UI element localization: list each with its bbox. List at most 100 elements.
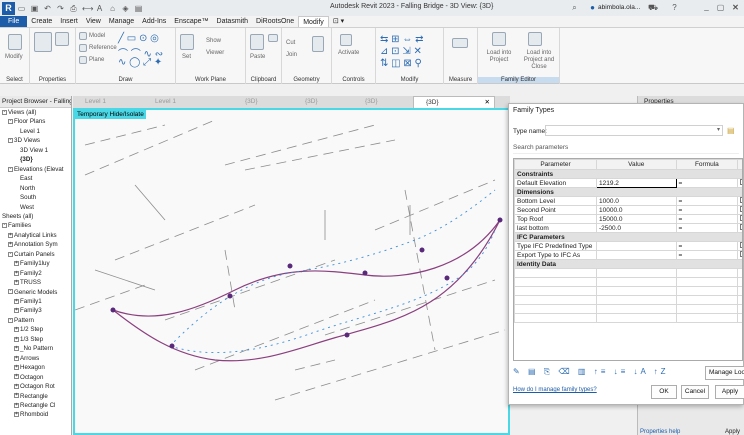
parameter-formula[interactable]: =: [675, 214, 739, 224]
sort-ascending-icon[interactable]: ↓A: [634, 367, 649, 376]
properties-help-link[interactable]: Properties help: [640, 429, 680, 435]
tree-item[interactable]: + _No Pattern: [14, 345, 53, 353]
measure-icon[interactable]: ⟷: [82, 4, 93, 13]
lock-checkbox[interactable]: [737, 178, 742, 188]
show-label[interactable]: Show: [206, 38, 221, 44]
tree-item[interactable]: West: [20, 204, 34, 212]
user-name[interactable]: abimbola.ola...: [598, 4, 640, 11]
user-icon[interactable]: ●: [588, 3, 597, 12]
tab-level-1-b[interactable]: Level 1: [143, 96, 233, 108]
column-lock[interactable]: L: [737, 159, 742, 170]
redo-icon[interactable]: ↷: [56, 4, 65, 13]
tree-item[interactable]: + Family2: [14, 270, 42, 278]
category-row[interactable]: IFC Parameters: [514, 232, 742, 242]
parameter-formula[interactable]: =: [675, 250, 739, 260]
column-formula[interactable]: Formula: [675, 159, 739, 170]
activate-icon[interactable]: [340, 34, 352, 46]
close-icon[interactable]: ✕: [731, 3, 740, 12]
tab-view[interactable]: View: [82, 16, 105, 27]
family-types-icon[interactable]: [34, 32, 52, 52]
tab-manage[interactable]: Manage: [105, 16, 138, 27]
tree-toggle-icon[interactable]: +: [14, 270, 19, 276]
tree-item[interactable]: North: [20, 185, 35, 193]
tree-item[interactable]: -3D Views: [8, 137, 40, 145]
print-icon[interactable]: ⎙: [69, 4, 78, 13]
tree-toggle-icon[interactable]: -: [8, 289, 13, 295]
tab-3d-b[interactable]: {3D}: [293, 96, 353, 108]
tree-item[interactable]: + Rhomboid: [14, 411, 48, 419]
tab-enscape[interactable]: Enscape™: [170, 16, 212, 27]
load-close-label[interactable]: Load into Project and Close: [518, 50, 560, 71]
parameter-value[interactable]: [595, 241, 677, 251]
load-into-project-icon[interactable]: [492, 32, 506, 46]
duplicate-icon[interactable]: ▥: [578, 367, 589, 376]
move-up-icon[interactable]: ↑≡: [594, 367, 609, 376]
tree-toggle-icon[interactable]: +: [14, 383, 19, 389]
tree-item[interactable]: - Generic Models: [8, 289, 57, 297]
tab-dirootsone[interactable]: DiRootsOne: [252, 16, 298, 27]
tree-item[interactable]: + Family3: [14, 307, 42, 315]
help-icon[interactable]: ?: [670, 3, 679, 12]
text-icon[interactable]: A: [95, 4, 104, 13]
tree-toggle-icon[interactable]: -: [8, 317, 13, 323]
column-value[interactable]: Value: [595, 159, 677, 170]
tree-item[interactable]: Sheets (all): [2, 213, 33, 221]
plane-icon[interactable]: [79, 56, 87, 64]
tree-toggle-icon[interactable]: +: [14, 327, 19, 333]
parameter-value[interactable]: -2500.0: [595, 223, 677, 233]
tree-item[interactable]: + Rectangle: [14, 393, 48, 401]
load-into-project-label[interactable]: Load into Project: [480, 50, 518, 64]
lock-checkbox[interactable]: [737, 205, 742, 215]
tree-toggle-icon[interactable]: +: [14, 308, 19, 314]
tree-item[interactable]: + Family1: [14, 298, 42, 306]
parameter-value[interactable]: [595, 250, 677, 260]
parameter-row[interactable]: Export Type to IFC As =: [514, 250, 742, 260]
lock-checkbox[interactable]: [737, 241, 742, 251]
top-chord-curve[interactable]: [112, 219, 501, 317]
save-icon[interactable]: ▣: [30, 4, 39, 13]
type-name-dropdown-icon[interactable]: ▾: [717, 126, 720, 133]
parameter-formula[interactable]: =: [675, 223, 739, 233]
tree-toggle-icon[interactable]: +: [14, 336, 19, 342]
sort-descending-icon[interactable]: ↑Z: [654, 367, 669, 376]
tree-toggle-icon[interactable]: +: [14, 402, 19, 408]
rename-icon[interactable]: ⎘: [544, 367, 553, 376]
tree-toggle-icon[interactable]: +: [14, 393, 19, 399]
tab-create[interactable]: Create: [27, 16, 56, 27]
type-properties-icon[interactable]: [55, 32, 69, 46]
3d-viewport[interactable]: Temporary Hide/Isolate: [73, 108, 510, 435]
tab-3d-a[interactable]: {3D}: [233, 96, 293, 108]
parameter-row[interactable]: Top Roof 15000.0 =: [514, 214, 742, 224]
category-row[interactable]: Dimensions: [514, 187, 742, 197]
tree-toggle-icon[interactable]: -: [2, 109, 7, 115]
parameter-row[interactable]: Second Point 10000.0 =: [514, 205, 742, 215]
category-row[interactable]: Identity Data: [514, 259, 742, 269]
edit-type-icon[interactable]: ✎: [513, 367, 523, 376]
lock-checkbox[interactable]: [737, 250, 742, 260]
tree-item[interactable]: +1/3 Step: [14, 336, 43, 344]
geometry-tools-icon[interactable]: [312, 36, 324, 52]
parameter-value[interactable]: 1219.2: [595, 178, 677, 188]
ok-button[interactable]: OK: [651, 385, 677, 399]
minimize-icon[interactable]: _: [702, 2, 711, 11]
search-parameters-input[interactable]: Search parameters: [513, 144, 739, 154]
new-parameter-icon[interactable]: ▤: [528, 367, 539, 376]
set-label[interactable]: Set: [182, 54, 191, 60]
apply-button[interactable]: Apply: [715, 385, 744, 399]
tree-toggle-icon[interactable]: +: [14, 412, 19, 418]
parameter-row[interactable]: last bottom -2500.0 =: [514, 223, 742, 233]
paste-icon[interactable]: [250, 34, 264, 50]
tree-toggle-icon[interactable]: +: [8, 242, 13, 248]
open-icon[interactable]: ▭: [17, 4, 26, 13]
parameter-formula[interactable]: =: [675, 178, 739, 188]
lock-checkbox[interactable]: [737, 214, 742, 224]
parameter-row[interactable]: Default Elevation 1219.2 =: [514, 178, 742, 188]
tree-item[interactable]: +1/2 Step: [14, 326, 43, 334]
tree-toggle-icon[interactable]: +: [14, 261, 19, 267]
maximize-icon[interactable]: ▢: [716, 3, 725, 12]
undo-icon[interactable]: ↶: [43, 4, 52, 13]
category-row[interactable]: Constraints: [514, 169, 742, 179]
parameter-value[interactable]: 1000.0: [595, 196, 677, 206]
manage-lookup-tables-button[interactable]: Manage Lookup Ta: [705, 366, 744, 380]
tree-toggle-icon[interactable]: +: [14, 279, 19, 285]
